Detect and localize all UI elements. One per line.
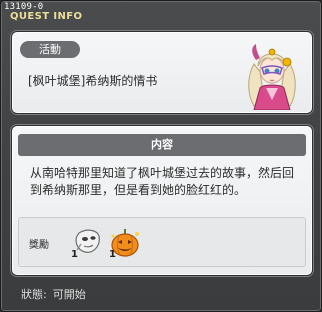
quest-info-window: 13109-0 QUEST INFO 活動 [枫叶城堡]希纳斯的情书 内容 从南…: [0, 0, 322, 312]
quest-name: [枫叶城堡]希纳斯的情书: [28, 74, 158, 88]
reward-count: 1: [71, 249, 78, 260]
content-section-header: 内容: [18, 134, 306, 156]
reward-item-pumpkin[interactable]: 1: [107, 224, 143, 260]
quest-status: 狀態: 可開始: [21, 286, 92, 302]
reward-label: 獎勵: [29, 240, 49, 251]
reward-section: 獎勵 1 1: [18, 217, 306, 267]
quest-content-panel: 内容 从南哈特那里知道了枫叶城堡过去的故事，然后回到希纳斯那里，但是看到她的脸红…: [11, 125, 313, 276]
reward-count: 1: [109, 249, 116, 260]
quest-description: 从南哈特那里知道了枫叶城堡过去的故事，然后回到希纳斯那里，但是看到她的脸红红的。: [30, 166, 295, 197]
window-title: QUEST INFO: [10, 11, 83, 22]
status-label: 狀態:: [21, 288, 47, 301]
status-value: 可開始: [52, 288, 86, 301]
quest-category-badge: 活動: [20, 41, 80, 58]
reward-item-mask[interactable]: 1: [69, 224, 105, 260]
quest-summary-panel: 活動 [枫叶城堡]希纳斯的情书: [11, 31, 313, 114]
npc-portrait-icon: [248, 44, 296, 110]
